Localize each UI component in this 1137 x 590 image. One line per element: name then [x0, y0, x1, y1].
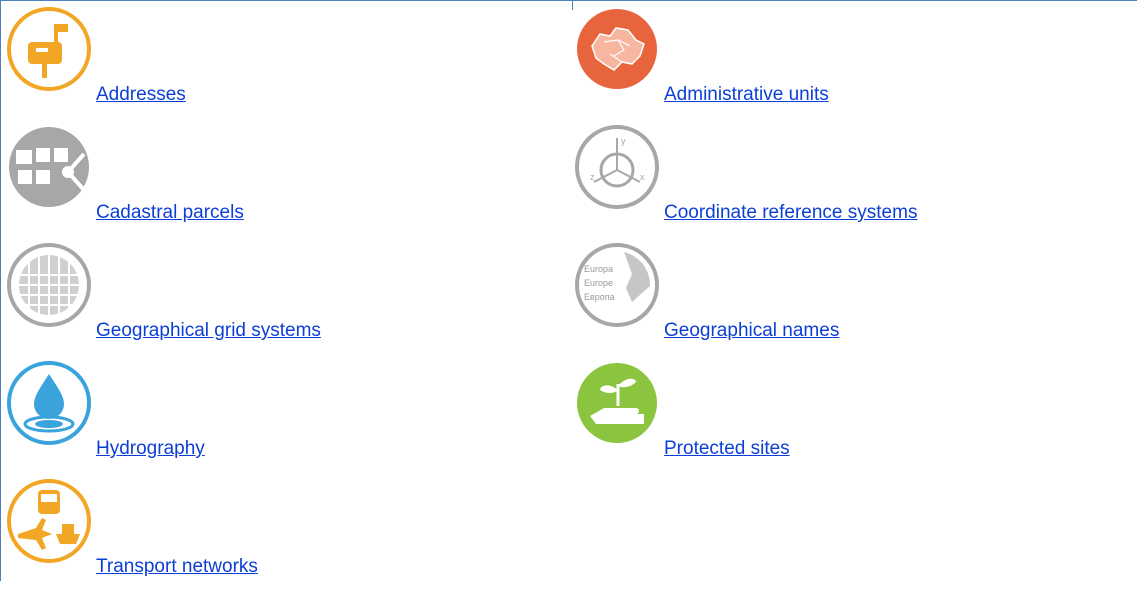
theme-link-protected-sites[interactable]: Protected sites — [664, 438, 790, 460]
names-globe-icon: Europa Europe Европа — [574, 242, 660, 328]
theme-link-coordinate-reference-systems[interactable]: Coordinate reference systems — [664, 202, 917, 224]
parcels-icon — [6, 124, 92, 210]
svg-text:y: y — [621, 136, 626, 146]
theme-item-cadastral-parcels: Cadastral parcels — [6, 124, 566, 236]
transport-icon — [6, 478, 92, 564]
mailbox-icon — [6, 6, 92, 92]
icon-word-europe: Europe — [584, 278, 613, 288]
theme-item-hydrography: Hydrography — [6, 360, 566, 472]
svg-text:x: x — [640, 172, 645, 182]
svg-text:z: z — [590, 172, 595, 182]
axes-globe-icon: y z x — [574, 124, 660, 210]
theme-link-addresses[interactable]: Addresses — [96, 84, 186, 106]
theme-item-administrative-units: Administrative units — [574, 6, 1134, 118]
frame-top-border — [0, 0, 1137, 1]
grid-globe-icon — [6, 242, 92, 328]
theme-link-hydrography[interactable]: Hydrography — [96, 438, 205, 460]
theme-link-transport-networks[interactable]: Transport networks — [96, 556, 258, 578]
water-drop-icon — [6, 360, 92, 446]
frame-left-border — [0, 0, 1, 581]
theme-item-protected-sites: Protected sites — [574, 360, 1134, 472]
theme-link-geographical-names[interactable]: Geographical names — [664, 320, 839, 342]
europe-map-icon — [574, 6, 660, 92]
icon-word-europa: Europa — [584, 264, 613, 274]
column-divider-tick — [572, 0, 573, 10]
plant-hand-icon — [574, 360, 660, 446]
theme-link-administrative-units[interactable]: Administrative units — [664, 84, 829, 106]
theme-item-geographical-grid-systems: Geographical grid systems — [6, 242, 566, 354]
theme-link-geographical-grid-systems[interactable]: Geographical grid systems — [96, 320, 321, 342]
theme-item-addresses: Addresses — [6, 6, 566, 118]
theme-item-transport-networks: Transport networks — [6, 478, 566, 590]
theme-item-coordinate-reference-systems: y z x Coordinate reference systems — [574, 124, 1134, 236]
icon-word-evropa: Европа — [584, 292, 615, 302]
theme-item-geographical-names: Europa Europe Европа Geographical names — [574, 242, 1134, 354]
theme-link-cadastral-parcels[interactable]: Cadastral parcels — [96, 202, 244, 224]
